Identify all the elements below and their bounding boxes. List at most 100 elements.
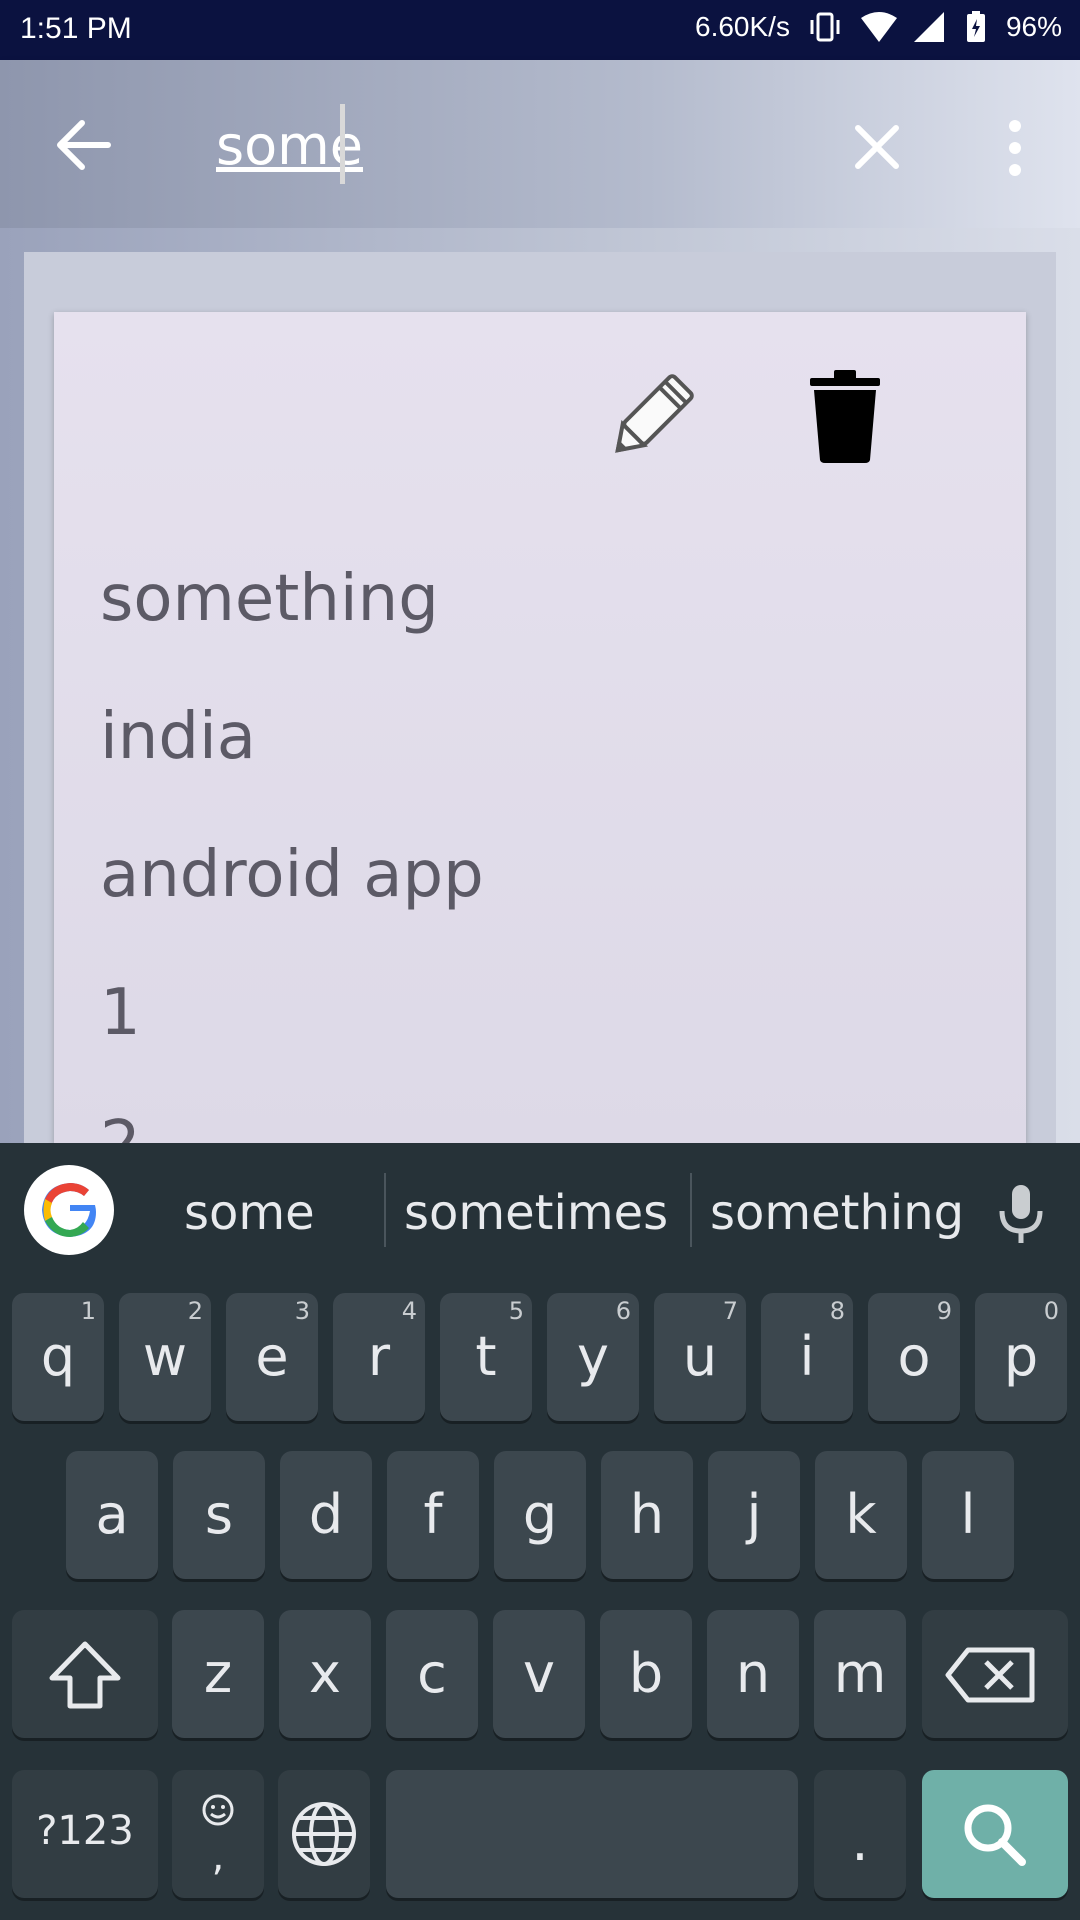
key-t[interactable]: t5 (440, 1293, 532, 1421)
suggestion-2[interactable]: sometimes (404, 1185, 668, 1241)
key-m[interactable]: m (814, 1610, 906, 1738)
search-app-bar: some (0, 60, 1080, 228)
key-number-hint: 0 (1043, 1297, 1059, 1325)
key-w[interactable]: w2 (119, 1293, 211, 1421)
key-label: l (960, 1483, 976, 1546)
wifi-icon (860, 10, 897, 44)
key-label: x (309, 1642, 341, 1705)
key-label: z (203, 1642, 233, 1705)
battery-icon (964, 10, 988, 44)
suggestion-3[interactable]: something (710, 1185, 964, 1241)
key-c[interactable]: c (386, 1610, 478, 1738)
language-key[interactable] (278, 1770, 370, 1898)
key-label: g (522, 1483, 558, 1546)
period-label: . (851, 1810, 869, 1873)
google-g-icon[interactable] (24, 1165, 114, 1255)
key-label: s (204, 1483, 234, 1546)
symbols-key-label: ?123 (36, 1808, 134, 1854)
key-q[interactable]: q1 (12, 1293, 104, 1421)
key-label: o (897, 1325, 931, 1388)
key-label: f (423, 1483, 443, 1546)
network-speed: 6.60K/s (695, 11, 790, 42)
key-e[interactable]: e3 (226, 1293, 318, 1421)
key-label: a (95, 1483, 129, 1546)
key-s[interactable]: s (173, 1451, 265, 1579)
microphone-icon[interactable] (998, 1183, 1044, 1245)
search-key[interactable] (922, 1770, 1068, 1898)
delete-trash-icon[interactable] (808, 368, 882, 464)
globe-icon (292, 1802, 356, 1866)
key-b[interactable]: b (600, 1610, 692, 1738)
key-a[interactable]: a (66, 1451, 158, 1579)
suggestion-1[interactable]: some (184, 1185, 315, 1241)
search-icon (964, 1804, 1026, 1866)
key-number-hint: 9 (936, 1297, 952, 1325)
edit-pencil-icon[interactable] (596, 362, 706, 472)
key-i[interactable]: i8 (761, 1293, 853, 1421)
key-v[interactable]: v (493, 1610, 585, 1738)
key-number-hint: 5 (508, 1297, 524, 1325)
key-number-hint: 7 (722, 1297, 738, 1325)
back-arrow-icon[interactable] (50, 115, 120, 175)
shift-key[interactable] (12, 1610, 158, 1738)
key-label: r (367, 1325, 391, 1388)
note-line: android app (100, 838, 484, 912)
key-n[interactable]: n (707, 1610, 799, 1738)
key-label: b (628, 1642, 664, 1705)
key-x[interactable]: x (279, 1610, 371, 1738)
key-label: i (799, 1325, 815, 1388)
key-label: y (577, 1325, 609, 1388)
signal-icon (912, 10, 946, 44)
key-z[interactable]: z (172, 1610, 264, 1738)
text-cursor (340, 104, 345, 184)
suggestion-divider (690, 1173, 692, 1247)
suggestion-divider (384, 1173, 386, 1247)
key-label: k (845, 1483, 877, 1546)
key-label: d (308, 1483, 344, 1546)
key-number-hint: 6 (615, 1297, 631, 1325)
key-label: p (1003, 1325, 1039, 1388)
vibrate-icon (808, 10, 842, 44)
period-key[interactable]: . (814, 1770, 906, 1898)
key-label: v (523, 1642, 555, 1705)
status-icons: 6.60K/s 96% (695, 10, 1062, 44)
status-bar: 1:51 PM 6.60K/s 96% (0, 0, 1080, 60)
clear-search-icon[interactable] (852, 122, 902, 172)
note-line: india (100, 700, 256, 774)
suggestion-strip: some sometimes something (0, 1143, 1080, 1273)
space-key[interactable] (386, 1770, 798, 1898)
key-label: c (417, 1642, 447, 1705)
key-label: n (735, 1642, 771, 1705)
key-number-hint: 2 (187, 1297, 203, 1325)
key-label: m (833, 1642, 887, 1705)
backspace-key[interactable] (922, 1610, 1068, 1738)
comma-label: , (211, 1834, 225, 1880)
key-y[interactable]: y6 (547, 1293, 639, 1421)
key-number-hint: 4 (401, 1297, 417, 1325)
key-h[interactable]: h (601, 1451, 693, 1579)
key-label: q (40, 1325, 76, 1388)
key-d[interactable]: d (280, 1451, 372, 1579)
key-number-hint: 8 (829, 1297, 845, 1325)
soft-keyboard: some sometimes something q1w2e3r4t5y6u7i… (0, 1143, 1080, 1920)
key-label: h (629, 1483, 665, 1546)
key-o[interactable]: o9 (868, 1293, 960, 1421)
battery-percent: 96% (1005, 11, 1062, 42)
emoji-comma-key[interactable]: , (172, 1770, 264, 1898)
key-label: e (255, 1325, 289, 1388)
key-p[interactable]: p0 (975, 1293, 1067, 1421)
key-r[interactable]: r4 (333, 1293, 425, 1421)
symbols-key[interactable]: ?123 (12, 1770, 158, 1898)
key-j[interactable]: j (708, 1451, 800, 1579)
note-line: something (100, 562, 439, 636)
key-number-hint: 1 (80, 1297, 96, 1325)
key-f[interactable]: f (387, 1451, 479, 1579)
key-l[interactable]: l (922, 1451, 1014, 1579)
key-label: t (475, 1325, 497, 1388)
key-u[interactable]: u7 (654, 1293, 746, 1421)
key-g[interactable]: g (494, 1451, 586, 1579)
key-number-hint: 3 (294, 1297, 310, 1325)
more-options-icon[interactable] (1000, 118, 1030, 178)
key-label: w (142, 1325, 188, 1388)
key-k[interactable]: k (815, 1451, 907, 1579)
